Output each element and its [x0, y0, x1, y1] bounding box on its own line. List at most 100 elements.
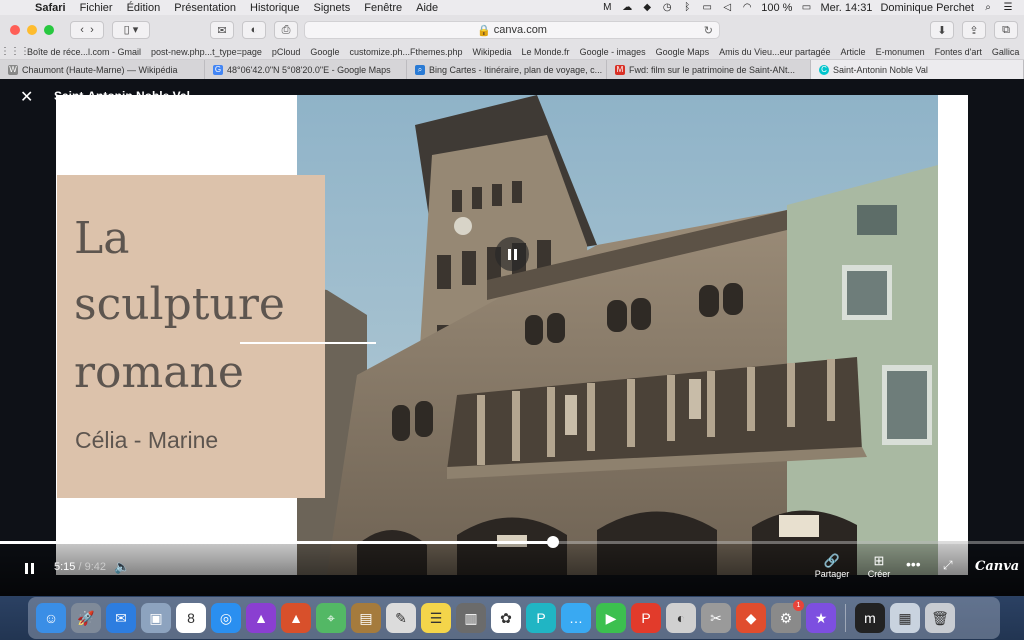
- minimize-window-button[interactable]: [27, 24, 37, 35]
- mail-share-button[interactable]: ✉: [210, 21, 234, 39]
- tab-google-maps[interactable]: G 48°06'42.0"N 5°08'20.0"E - Google Maps: [205, 60, 407, 79]
- bookmark-item[interactable]: pCloud: [267, 47, 306, 57]
- system-preferences-icon[interactable]: ⚙ 1: [771, 600, 804, 633]
- downloads-button[interactable]: ⬇: [930, 21, 954, 39]
- close-icon[interactable]: ✕: [20, 87, 33, 107]
- print-button[interactable]: ⎙: [274, 21, 298, 39]
- bookmark-item[interactable]: Fontes d'art: [930, 47, 987, 57]
- fullscreen-icon[interactable]: ⤢: [943, 558, 953, 573]
- menu-fichier[interactable]: Fichier: [73, 2, 120, 14]
- slide-title-line-1: La: [74, 213, 130, 264]
- tab-canva-active[interactable]: C Saint-Antonin Noble Val: [811, 60, 1024, 79]
- notes-icon[interactable]: ☰: [421, 603, 451, 633]
- more-options-icon[interactable]: •••: [906, 556, 921, 572]
- messages-icon[interactable]: …: [561, 603, 591, 633]
- pause-icon-bar: [513, 248, 517, 260]
- tab-wikipedia[interactable]: W Chaumont (Haute-Marne) — Wikipédia: [0, 60, 205, 79]
- bluetooth-icon[interactable]: ᛒ: [681, 2, 693, 13]
- tab-bing-maps[interactable]: ⌕ Bing Cartes - Itinéraire, plan de voya…: [407, 60, 607, 79]
- pause-button[interactable]: [20, 560, 38, 576]
- vpn-status-icon[interactable]: ◆: [641, 2, 653, 13]
- downloads-icon[interactable]: ▦: [890, 603, 920, 633]
- bookmark-item[interactable]: Article: [836, 47, 871, 57]
- wifi-icon[interactable]: ◠: [741, 2, 753, 13]
- bookmark-item[interactable]: Google Maps: [651, 47, 715, 57]
- photos-icon[interactable]: ✿: [491, 603, 521, 633]
- menubar-clock[interactable]: Mer. 14:31: [820, 2, 872, 14]
- menu-edition[interactable]: Édition: [120, 2, 168, 14]
- share-page-button[interactable]: ⇪: [962, 21, 986, 39]
- maps-icon[interactable]: ⌖: [316, 603, 346, 633]
- menu-fenetre[interactable]: Fenêtre: [357, 2, 409, 14]
- bookmark-item[interactable]: post-new.php...t_type=page: [146, 47, 267, 57]
- privacy-report-button[interactable]: ◐: [242, 21, 266, 39]
- canva-logo[interactable]: Canva: [975, 559, 1019, 574]
- cloud-status-icon[interactable]: ☁: [621, 2, 633, 13]
- preview-icon[interactable]: ▣: [141, 603, 171, 633]
- close-window-button[interactable]: [10, 24, 20, 35]
- menu-app-name[interactable]: Safari: [28, 2, 73, 14]
- bookmark-item[interactable]: E-monumen: [871, 47, 930, 57]
- back-icon[interactable]: ‹: [80, 24, 84, 36]
- address-bar[interactable]: 🔒 canva.com ↻: [304, 21, 720, 39]
- progress-knob[interactable]: [546, 536, 559, 548]
- bookmark-item[interactable]: Boîte de réce...l.com - Gmail: [22, 47, 146, 57]
- pcloud-icon[interactable]: P: [526, 603, 556, 633]
- control-center-icon[interactable]: ☰: [1002, 2, 1014, 13]
- display-icon[interactable]: ▭: [701, 2, 713, 13]
- menu-signets[interactable]: Signets: [307, 2, 358, 14]
- forward-icon[interactable]: ›: [90, 24, 94, 36]
- slide: La sculpture romane Célia - Marine: [56, 95, 968, 575]
- notes-book-icon[interactable]: ▤: [351, 603, 381, 633]
- trash-icon[interactable]: 🗑: [925, 603, 955, 633]
- sidebar-icon: ▯ ▾: [123, 24, 139, 36]
- script-icon[interactable]: ✂: [701, 603, 731, 633]
- bookmark-item[interactable]: Gallica: [987, 47, 1024, 57]
- bookmark-item[interactable]: Google: [305, 47, 344, 57]
- tab-label: Saint-Antonin Noble Val: [833, 64, 928, 75]
- affinity-designer-icon[interactable]: ▲: [246, 603, 276, 633]
- activity-icon[interactable]: ◐: [666, 603, 696, 633]
- gmail-status-icon[interactable]: M: [601, 2, 613, 13]
- presentation-title: Saint-Antonin Noble Val: [54, 89, 191, 103]
- wikipedia-favicon-icon: W: [8, 65, 18, 75]
- back-forward-buttons[interactable]: ‹ ›: [70, 20, 104, 39]
- menu-aide[interactable]: Aide: [409, 2, 445, 14]
- bookmark-item[interactable]: Wikipedia: [468, 47, 517, 57]
- battery-icon[interactable]: ▭: [800, 2, 812, 13]
- menu-presentation[interactable]: Présentation: [167, 2, 243, 14]
- pdf-app-icon[interactable]: P: [631, 603, 661, 633]
- zoom-window-button[interactable]: [44, 24, 54, 35]
- imovie-icon[interactable]: ★: [806, 603, 836, 633]
- tab-gmail[interactable]: M Fwd: film sur le patrimoine de Saint-A…: [607, 60, 811, 79]
- safari-icon[interactable]: ◎: [211, 603, 241, 633]
- sidebar-toggle-button[interactable]: ▯ ▾: [112, 20, 150, 39]
- bookmark-item[interactable]: Le Monde.fr: [517, 47, 575, 57]
- bookmark-item[interactable]: Google - images: [575, 47, 651, 57]
- mail-app-icon[interactable]: ✉: [106, 603, 136, 633]
- meta-app-icon[interactable]: m: [855, 603, 885, 633]
- share-button[interactable]: 🔗 Partager: [812, 553, 852, 579]
- reload-icon[interactable]: ↻: [704, 24, 713, 37]
- tab-overview-button[interactable]: ⧉: [994, 21, 1018, 39]
- bookmarks-grid-icon[interactable]: ⋮⋮⋮: [0, 46, 30, 57]
- bookmark-item[interactable]: customize.ph...Fthemes.php: [344, 47, 467, 57]
- textedit-icon[interactable]: ✎: [386, 603, 416, 633]
- facetime-icon[interactable]: ▶: [596, 603, 626, 633]
- volume-icon[interactable]: 🔈: [114, 559, 130, 575]
- menu-historique[interactable]: Historique: [243, 2, 307, 14]
- launchpad-icon[interactable]: 🚀: [71, 603, 101, 633]
- notification-badge: 1: [793, 600, 804, 611]
- affinity-publisher-icon[interactable]: ▲: [281, 603, 311, 633]
- volume-status-icon[interactable]: ◁: [721, 2, 733, 13]
- sketch-icon[interactable]: ◆: [736, 603, 766, 633]
- archive-icon[interactable]: ▥: [456, 603, 486, 633]
- create-button[interactable]: ⊞ Créer: [862, 553, 896, 579]
- center-pause-button[interactable]: [495, 237, 529, 271]
- calendar-icon[interactable]: 8: [176, 603, 206, 633]
- finder-icon[interactable]: ☺: [36, 603, 66, 633]
- menubar-user[interactable]: Dominique Perchet: [880, 2, 974, 14]
- time-machine-icon[interactable]: ◷: [661, 2, 673, 13]
- bookmark-item[interactable]: Amis du Vieu...eur partagée: [714, 47, 835, 57]
- spotlight-icon[interactable]: ⌕: [982, 2, 994, 13]
